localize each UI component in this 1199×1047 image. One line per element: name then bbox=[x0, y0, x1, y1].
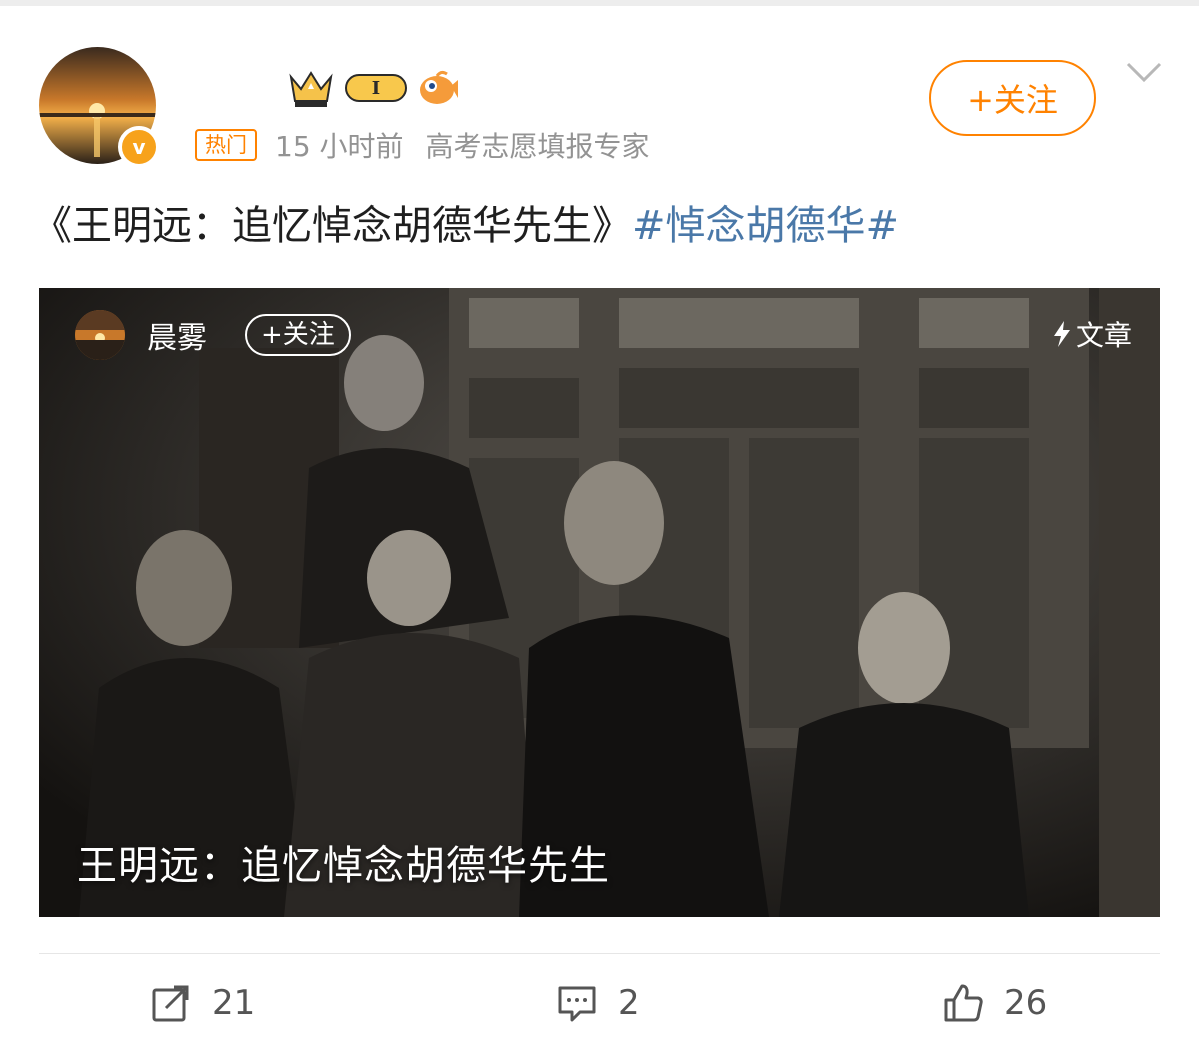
comment-count: 2 bbox=[618, 983, 640, 1023]
level-icon: I bbox=[345, 74, 407, 102]
article-card[interactable]: 晨雾 +关注 文章 王明远：追忆悼念胡德华先生 bbox=[39, 288, 1160, 917]
follow-button[interactable]: +关注 bbox=[929, 60, 1096, 136]
article-cover-photo bbox=[39, 288, 1160, 917]
like-icon bbox=[944, 984, 983, 1022]
chevron-down-icon[interactable] bbox=[1126, 60, 1162, 84]
comment-icon bbox=[558, 986, 596, 1022]
comment-action[interactable]: 2 bbox=[556, 978, 640, 1028]
hot-tag[interactable]: 热门 bbox=[195, 129, 257, 161]
top-divider bbox=[0, 0, 1199, 6]
like-count: 26 bbox=[1004, 983, 1048, 1023]
hashtag-link[interactable]: #悼念胡德华# bbox=[632, 203, 899, 249]
card-author-name[interactable]: 晨雾 bbox=[147, 313, 207, 357]
share-icon bbox=[152, 985, 189, 1022]
post-source: 高考志愿填报专家 bbox=[425, 130, 650, 163]
post-text: 《王明远：追忆悼念胡德华先生》#悼念胡德华# bbox=[32, 198, 899, 254]
action-divider bbox=[39, 953, 1160, 954]
card-type-label: 文章 bbox=[1052, 314, 1132, 354]
fish-icon bbox=[420, 70, 458, 104]
post-time: 15 小时前 bbox=[275, 130, 404, 163]
user-badges: I bbox=[287, 66, 459, 110]
card-author: 晨雾 +关注 bbox=[75, 310, 351, 360]
bolt-icon bbox=[1053, 321, 1070, 347]
like-action[interactable]: 26 bbox=[942, 978, 1047, 1028]
card-title: 王明远：追忆悼念胡德华先生 bbox=[77, 843, 610, 889]
svg-text:I: I bbox=[372, 78, 380, 99]
verified-badge-icon: v bbox=[118, 126, 160, 168]
card-follow-button[interactable]: +关注 bbox=[245, 314, 351, 356]
card-type-text: 文章 bbox=[1075, 319, 1132, 352]
card-author-avatar[interactable] bbox=[75, 310, 125, 360]
post-meta: 热门 15 小时前 高考志愿填报专家 bbox=[195, 124, 650, 166]
crown-icon bbox=[289, 71, 333, 107]
share-count: 21 bbox=[212, 983, 256, 1023]
post-text-main[interactable]: 《王明远：追忆悼念胡德华先生》 bbox=[32, 203, 632, 249]
share-action[interactable]: 21 bbox=[150, 978, 255, 1028]
